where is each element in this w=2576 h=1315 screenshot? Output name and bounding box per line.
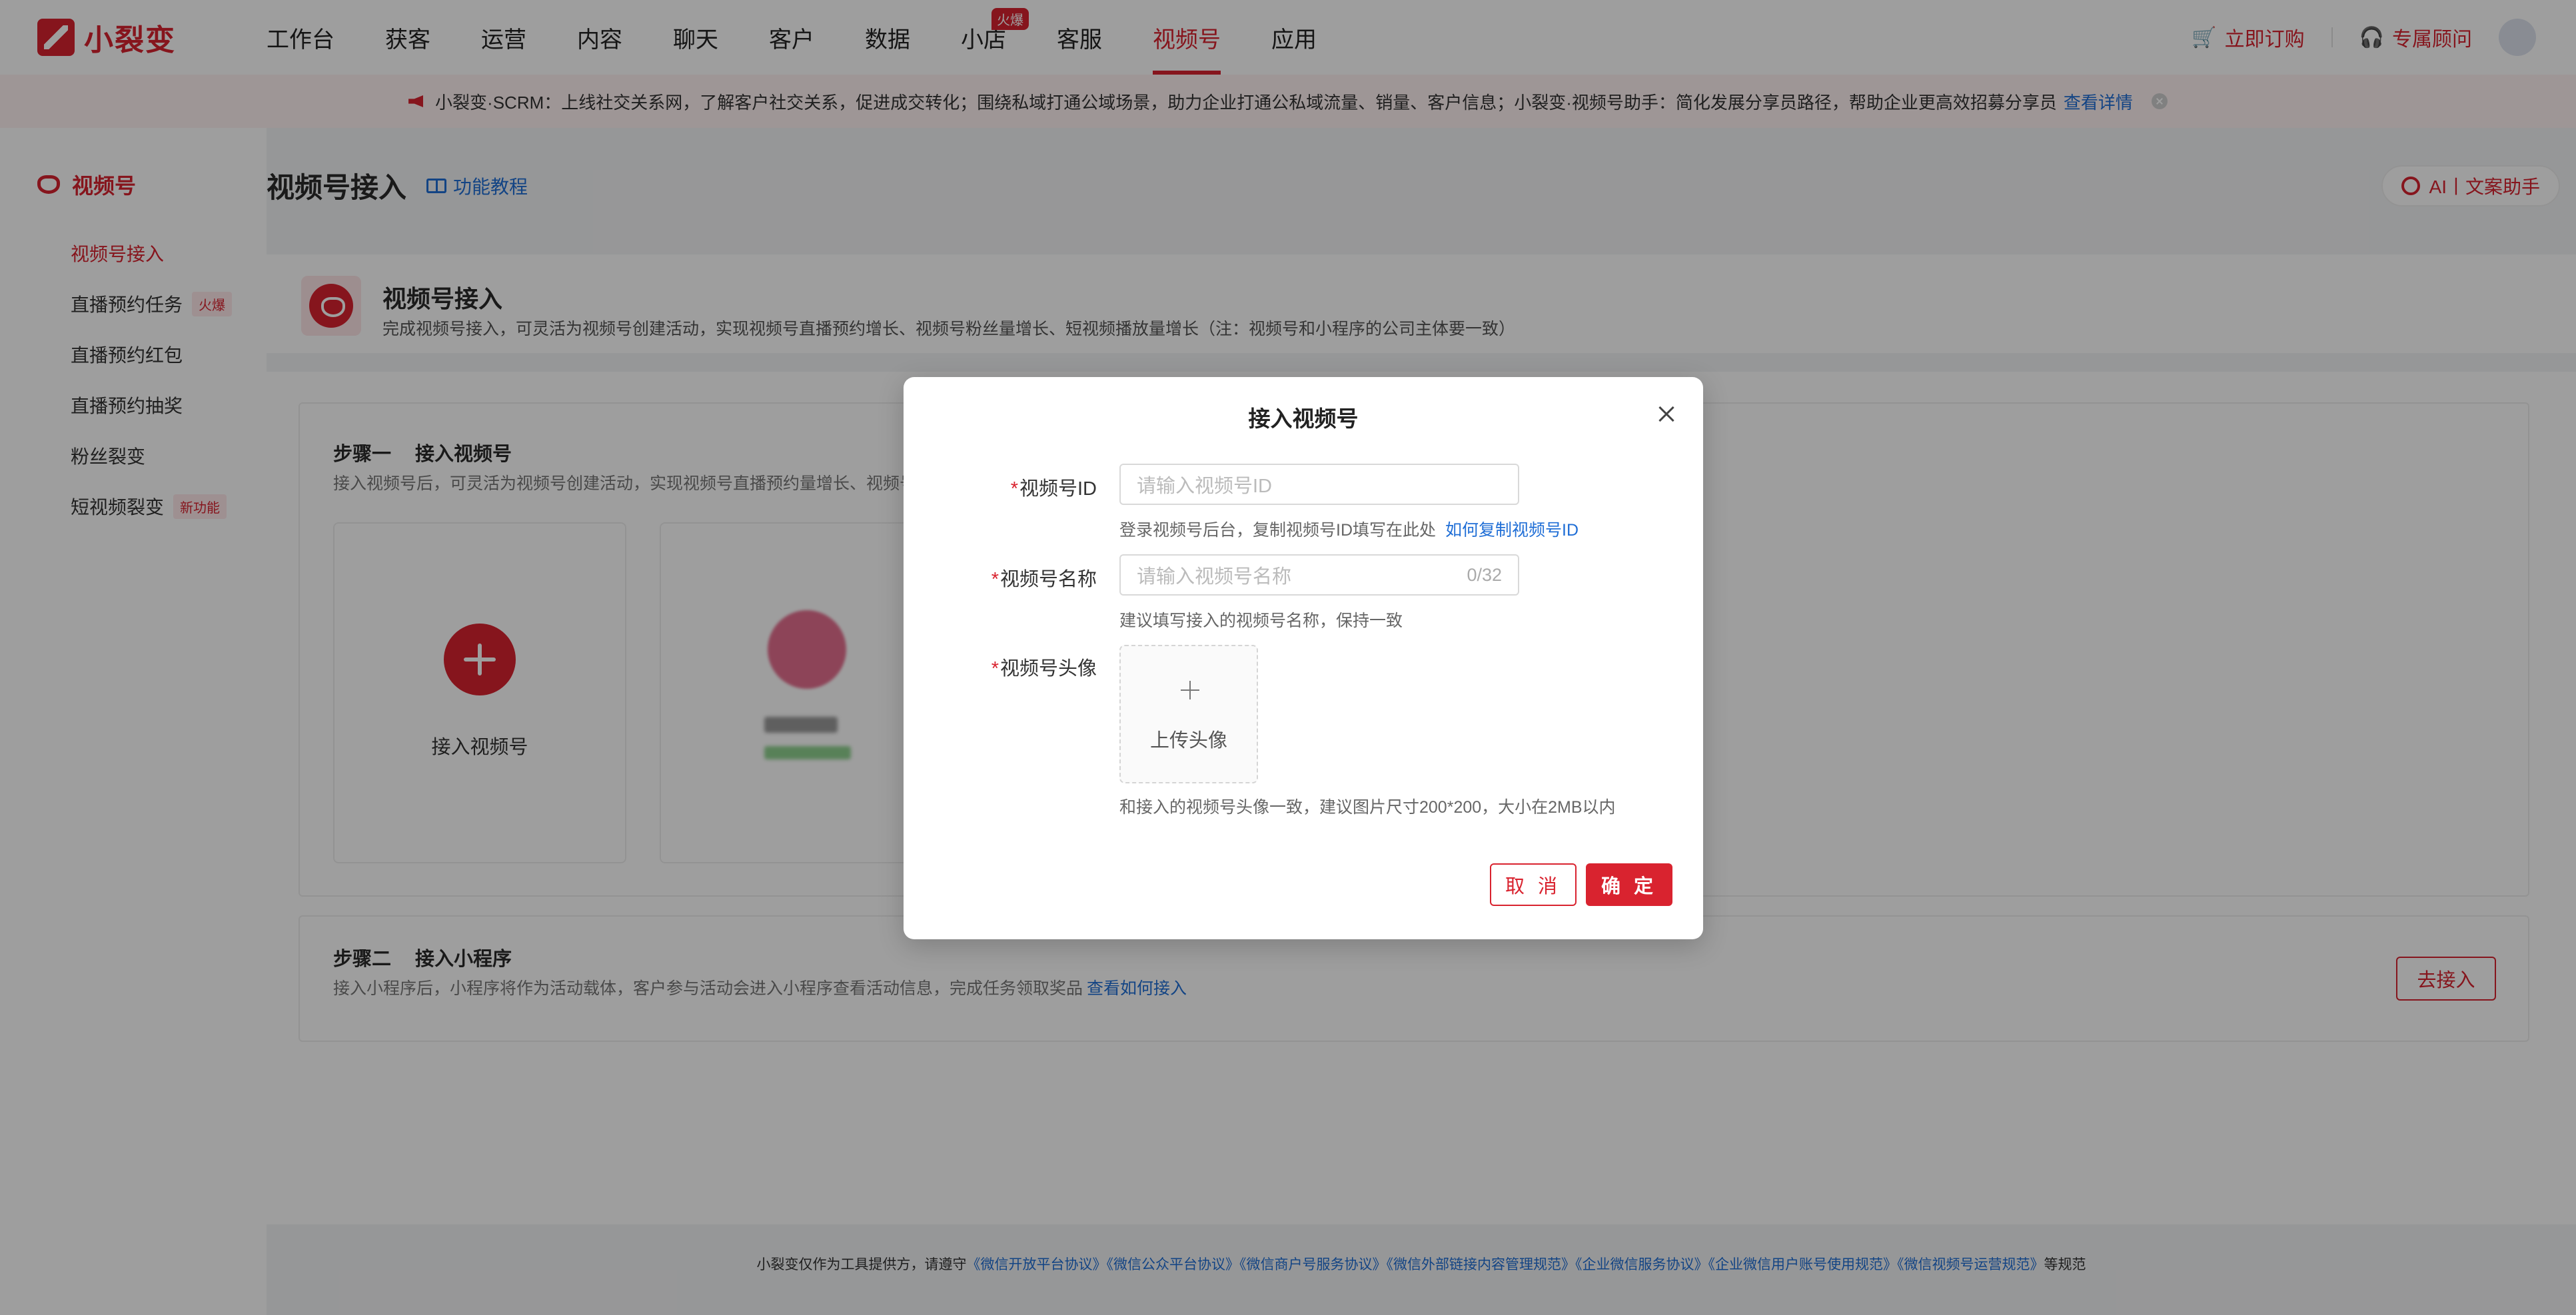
channel-name-input[interactable]: 请输入视频号名称 0/32	[1119, 554, 1519, 596]
channel-id-hint-text: 登录视频号后台，复制视频号ID填写在此处	[1119, 521, 1437, 540]
how-to-copy-id-link[interactable]: 如何复制视频号ID	[1445, 521, 1579, 540]
channel-avatar-label: *视频号头像	[991, 658, 1097, 679]
cancel-button[interactable]: 取 消	[1490, 863, 1577, 906]
close-icon[interactable]	[1656, 404, 1676, 424]
channel-id-input[interactable]: 请输入视频号ID	[1119, 464, 1519, 505]
channel-id-label: *视频号ID	[1010, 478, 1097, 500]
channel-name-placeholder: 请输入视频号名称	[1137, 566, 1292, 588]
channel-name-label: *视频号名称	[991, 569, 1097, 590]
plus-icon	[1181, 681, 1199, 699]
channel-id-hint: 登录视频号后台，复制视频号ID填写在此处 如何复制视频号ID	[1119, 517, 1579, 541]
avatar-hint: 和接入的视频号头像一致，建议图片尺寸200*200，大小在2MB以内	[1119, 798, 1616, 817]
channel-name-hint: 建议填写接入的视频号名称，保持一致	[1119, 612, 1403, 630]
channel-id-placeholder: 请输入视频号ID	[1137, 476, 1273, 497]
char-counter: 0/32	[1467, 564, 1502, 585]
dialog-title: 接入视频号	[1248, 406, 1359, 431]
confirm-button[interactable]: 确 定	[1586, 863, 1672, 906]
connect-channel-dialog: 接入视频号 *视频号ID 请输入视频号ID 登录视频号后台，复制视频号ID填写在…	[904, 377, 1703, 939]
avatar-upload-area[interactable]: 上传头像	[1119, 645, 1258, 783]
upload-label: 上传头像	[1149, 730, 1227, 751]
